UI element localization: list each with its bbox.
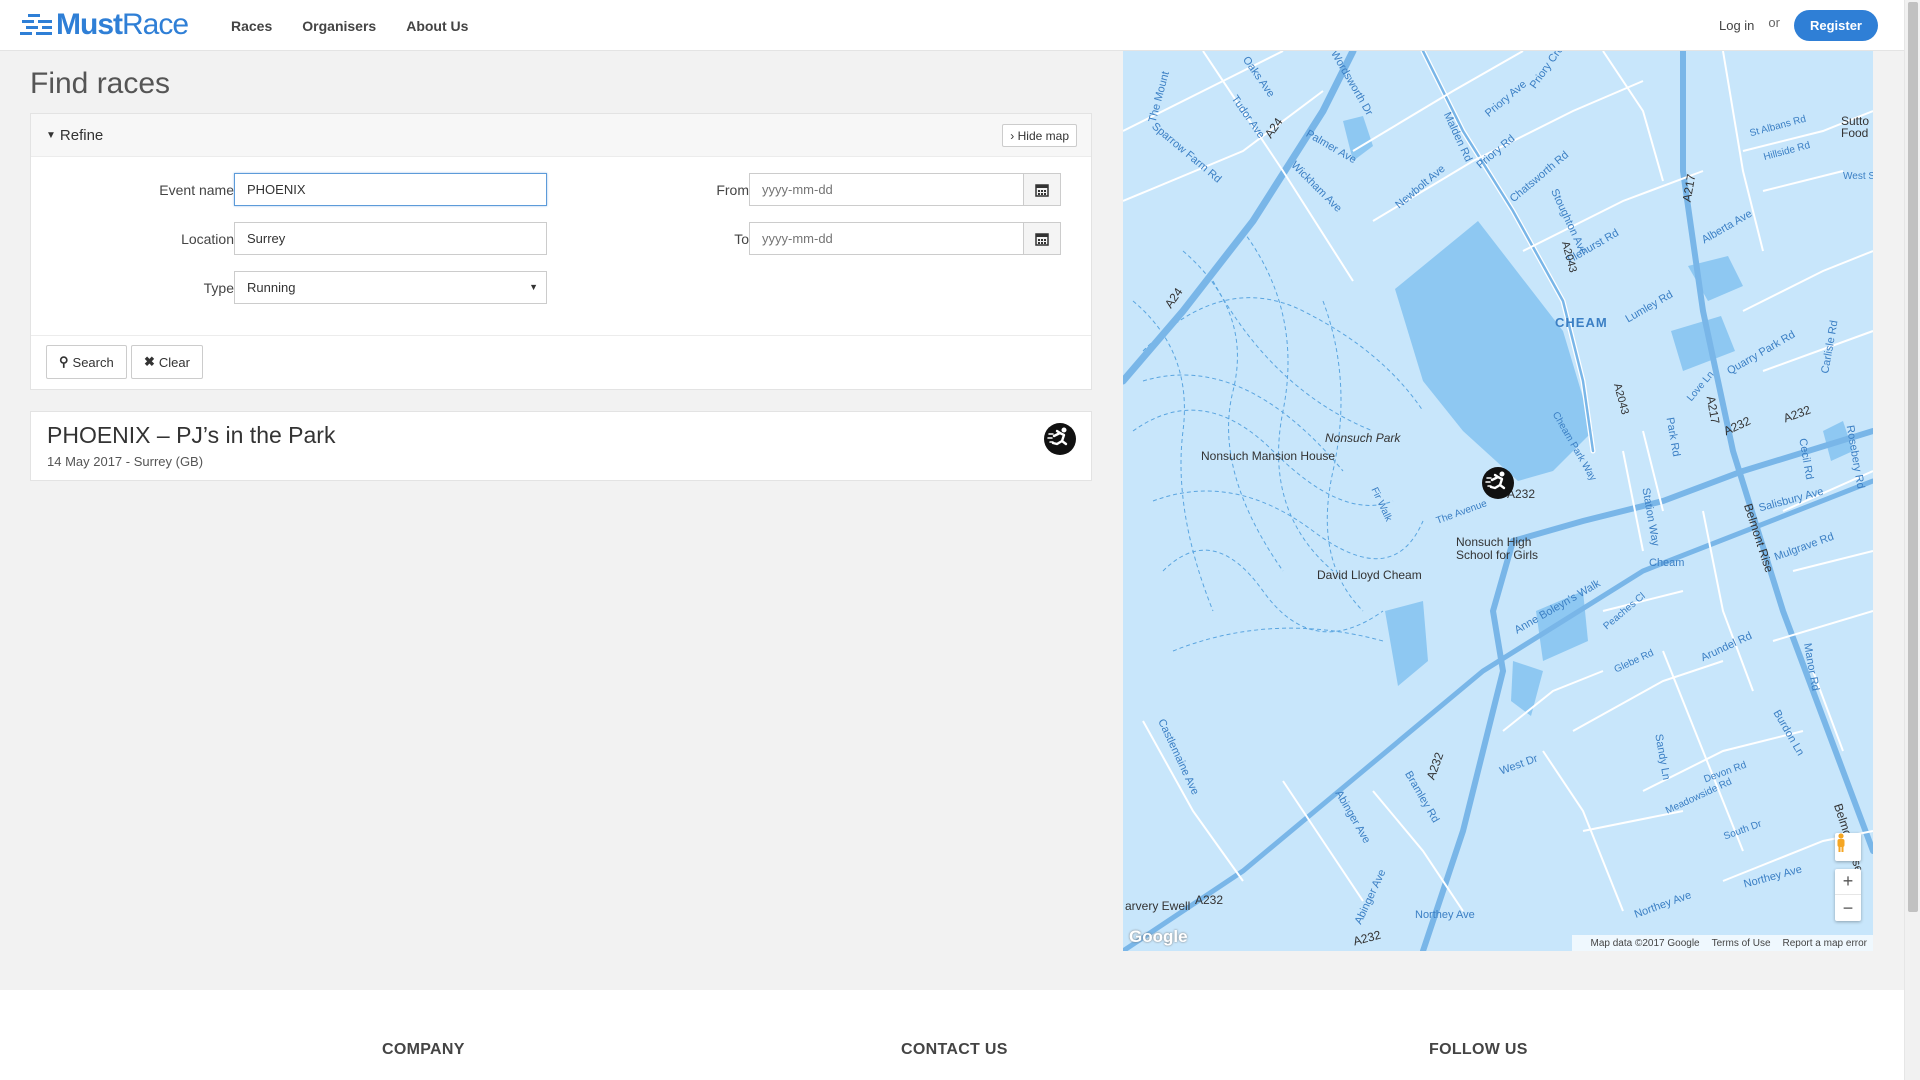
map-label-northey-ave: Northey Ave [1415,909,1475,921]
report-map-error-link[interactable]: Report a map error [1783,938,1867,949]
map-label-nonsuch-park: Nonsuch Park [1325,431,1401,445]
scrollbar-thumb[interactable] [1908,2,1918,912]
hide-map-label: Hide map [1017,128,1069,143]
refine-header[interactable]: ▼ Refine › Hide map [31,114,1091,157]
google-logo[interactable]: Google [1129,927,1188,947]
map-label-cheam-station: Cheam [1649,557,1685,569]
to-calendar-button[interactable] [1023,222,1061,255]
from-date-input[interactable] [749,173,1024,206]
refine-panel: ▼Refine › Hide map Event name Location T… [30,113,1092,390]
from-label: From [716,182,749,198]
from-calendar-button[interactable] [1023,173,1061,206]
map-label-a232-west: A232 [1195,893,1224,907]
street-view-pegman-icon[interactable] [1835,833,1861,861]
race-title[interactable]: PHOENIX – PJ’s in the Park [47,422,335,449]
calendar-icon [1035,183,1049,197]
footer-follow-heading: FOLLOW US [1429,1041,1528,1058]
map-label-nonsuch-mansion: Nonsuch Mansion House [1201,449,1336,463]
zoom-in-button[interactable]: + [1835,869,1861,895]
pegman-icon [1837,833,1845,852]
footer-contact-heading: CONTACT US [901,1041,1008,1058]
location-label: Location [181,231,234,247]
race-result-card[interactable]: PHOENIX – PJ’s in the Park 14 May 2017 -… [30,411,1092,481]
refine-toggle[interactable]: ▼ Refine [46,127,103,144]
map-label-sutton: Sutto Food [1841,114,1870,140]
zoom-controls: + − [1835,869,1861,921]
race-meta: 14 May 2017 - Surrey (GB) [47,454,204,469]
zoom-out-button[interactable]: − [1835,895,1861,921]
page-title: Find races [30,67,171,100]
terms-of-use-link[interactable]: Terms of Use [1712,938,1771,949]
type-label: Type [203,280,234,296]
chevron-right-icon: › [1010,128,1015,143]
type-select[interactable]: Running ▼ [234,271,547,304]
search-icon: ⚲ [59,354,69,369]
mustrace-logo[interactable]: MustRace [20,8,189,41]
logo-text: MustRace [56,8,189,41]
refine-title: Refine [59,127,104,144]
nav-organisers[interactable]: Organisers [302,18,376,34]
hide-map-button[interactable]: › Hide map [1002,124,1077,147]
register-button[interactable]: Register [1793,10,1878,41]
or-separator: or [1768,15,1780,30]
type-select-value: Running [247,280,296,295]
login-link[interactable]: Log in [1719,18,1754,33]
event-name-label: Event name [159,182,234,198]
nav-races[interactable]: Races [231,18,272,34]
map-label-david-lloyd: David Lloyd Cheam [1317,568,1422,582]
auth-area: Log in or Register [1719,10,1878,41]
map-label-nonsuch-school: Nonsuch High School for Girls [1456,535,1539,562]
select-arrow-icon: ▼ [529,282,538,292]
map-label-west-su: West Su [1843,171,1873,182]
location-input[interactable] [234,222,547,255]
map-attribution: Map data ©2017 Google Terms of Use Repor… [1572,935,1873,951]
caret-down-icon: ▼ [46,130,56,141]
race-map-marker[interactable] [1481,466,1515,500]
clear-label: Clear [158,354,190,370]
logo-runner-icon [20,14,52,35]
search-label: Search [72,354,114,370]
page-scrollbar[interactable] [1904,0,1920,1080]
search-button[interactable]: ⚲ Search [46,345,127,379]
nav-about-us[interactable]: About Us [406,18,468,34]
event-name-input[interactable] [234,173,547,206]
refine-footer: ⚲ Search ✖ Clear [31,335,1091,379]
close-icon: ✖ [144,354,155,369]
map-label-cheam: CHEAM [1555,315,1608,330]
main-nav: Races Organisers About Us [216,0,483,51]
map-label-harvey-ewell: arvery Ewell [1125,899,1191,913]
calendar-icon [1035,232,1049,246]
clear-button[interactable]: ✖ Clear [131,345,203,379]
page-footer: COMPANY CONTACT US FOLLOW US [0,990,1904,1080]
to-label: To [734,231,749,247]
to-date-input[interactable] [749,222,1024,255]
top-navbar: MustRace Races Organisers About Us Log i… [0,0,1904,51]
map-data-credit: Map data ©2017 Google [1590,937,1700,949]
running-icon [1044,423,1076,455]
race-map[interactable]: CHEAM Nonsuch Park Nonsuch Mansion House… [1123,51,1873,951]
footer-company-heading: COMPANY [382,1041,465,1058]
